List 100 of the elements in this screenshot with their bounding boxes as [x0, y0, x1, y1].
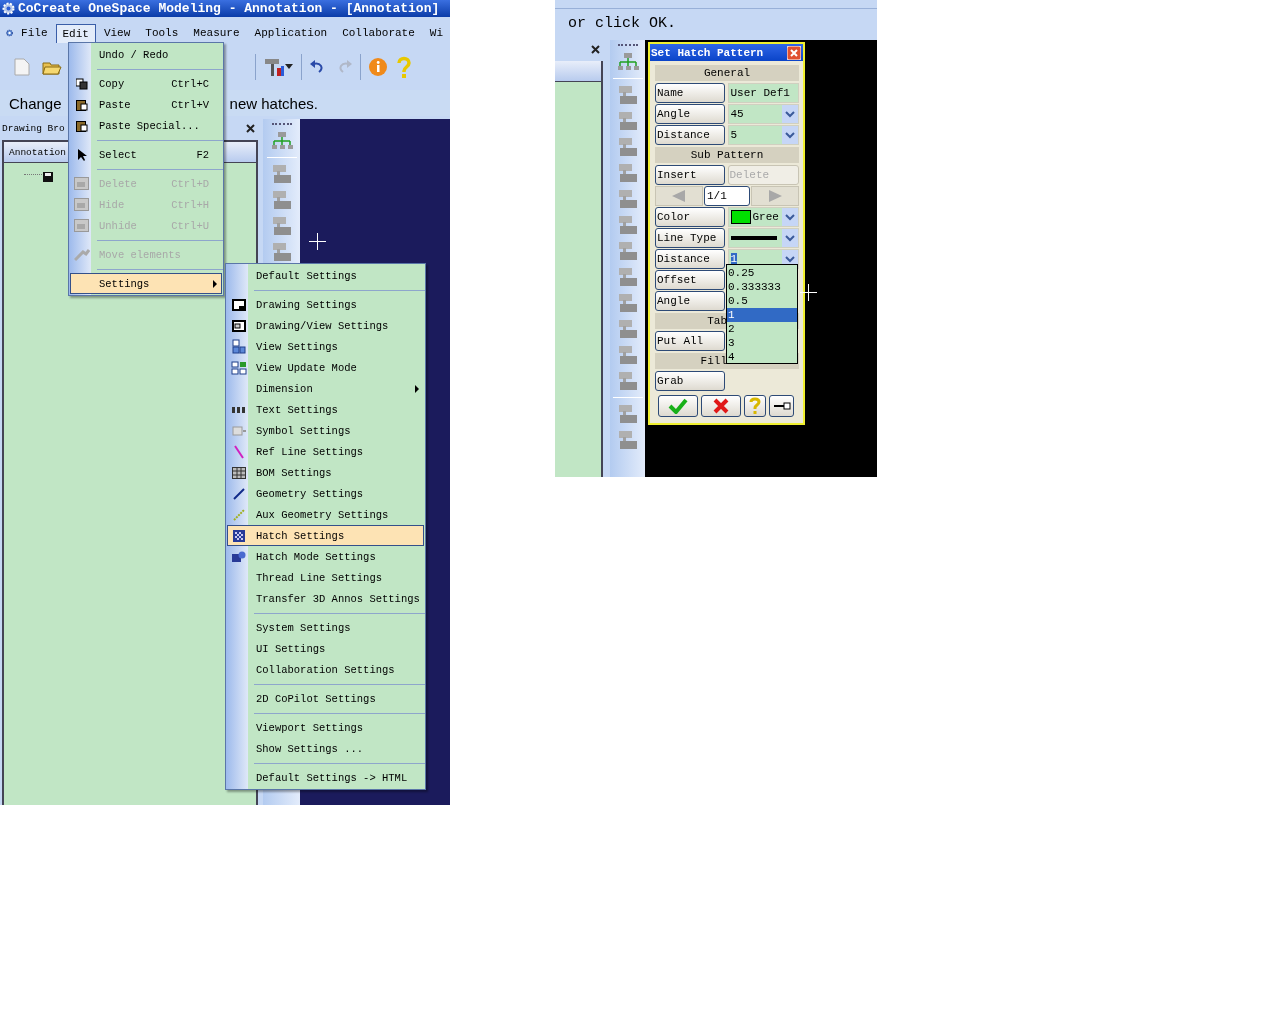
tool-icon[interactable]	[616, 111, 639, 131]
menu-item[interactable]: Dimension	[227, 378, 424, 399]
prompt-text: Change	[9, 94, 62, 112]
new-document-icon[interactable]	[14, 58, 30, 76]
tool-icon[interactable]	[616, 215, 639, 235]
dropdown-option[interactable]: 1	[727, 308, 797, 322]
menu-item[interactable]: System Settings	[227, 617, 424, 638]
menu-bar-item[interactable]: Tools	[138, 23, 186, 43]
caret-icon[interactable]	[285, 64, 294, 70]
label-button[interactable]: Name	[655, 83, 725, 103]
tool-icon[interactable]	[270, 216, 293, 236]
tool-icon[interactable]	[270, 190, 293, 210]
tool-icon[interactable]	[616, 293, 639, 313]
dialog-button[interactable]: Insert	[655, 165, 725, 185]
prompt-text: or click OK.	[567, 13, 678, 34]
menu-item[interactable]: Collaboration Settings	[227, 659, 424, 680]
label-button[interactable]: Grab	[655, 371, 725, 391]
page-field[interactable]: 1/1	[704, 186, 750, 206]
menu-item[interactable]: Thread Line Settings	[227, 567, 424, 588]
close-icon[interactable]	[591, 44, 600, 54]
dropdown-option[interactable]: 0.25	[727, 266, 797, 280]
menu-item[interactable]: Transfer 3D Annos Settings	[227, 588, 424, 609]
tool-icon[interactable]	[616, 241, 639, 261]
tool-icon[interactable]	[616, 430, 639, 450]
menu-item[interactable]: Paste Ctrl+V	[70, 94, 222, 115]
menu-item[interactable]: Copy Ctrl+C	[70, 73, 222, 94]
menu-item[interactable]: Default Settings -> HTML	[227, 767, 424, 788]
dropdown-option[interactable]: 3	[727, 336, 797, 350]
next-button[interactable]	[751, 186, 799, 206]
menu-item[interactable]: UI Settings	[227, 638, 424, 659]
tool-icon[interactable]	[616, 319, 639, 339]
panel-tab[interactable]	[555, 61, 601, 82]
dropdown-option[interactable]: 0.333333	[727, 280, 797, 294]
menu-item[interactable]: Text Settings	[227, 399, 424, 420]
label-button[interactable]: Color	[655, 207, 725, 227]
undo-icon[interactable]	[309, 60, 325, 74]
label-button[interactable]: Line Type	[655, 228, 725, 248]
label-button[interactable]: Put All	[655, 331, 725, 351]
label-button[interactable]: Distance	[655, 249, 725, 269]
shortcut-label: Ctrl+U	[171, 219, 209, 232]
menu-item[interactable]: Geometry Settings	[227, 483, 424, 504]
previous-button[interactable]	[655, 186, 703, 206]
tool-icon[interactable]	[616, 371, 639, 391]
cancel-button[interactable]	[701, 395, 741, 417]
menu-bar-item[interactable]: Edit	[55, 23, 96, 43]
menu-item[interactable]: Undo / Redo	[70, 44, 222, 65]
combo-box[interactable]: 45	[727, 104, 799, 124]
menu-bar-item[interactable]: Measure	[186, 23, 247, 43]
menu-item[interactable]: Settings	[70, 273, 222, 294]
label-button[interactable]: Offset	[655, 270, 725, 290]
menu-item[interactable]: View Settings	[227, 336, 424, 357]
dropdown-option[interactable]: 4	[727, 350, 797, 364]
tool-icon[interactable]	[616, 267, 639, 287]
tool-icon[interactable]	[616, 137, 639, 157]
info-icon[interactable]	[368, 57, 388, 77]
help-button[interactable]	[744, 395, 766, 417]
picture-icon	[74, 176, 90, 191]
label-button[interactable]: Angle	[655, 291, 725, 311]
tool-icon[interactable]	[616, 345, 639, 365]
tool-icon[interactable]	[270, 242, 293, 262]
menu-item[interactable]: Default Settings	[227, 265, 424, 286]
hammer-icon[interactable]	[263, 56, 285, 78]
combo-box[interactable]: 5	[727, 125, 799, 145]
menu-bar-item[interactable]: View	[96, 23, 138, 43]
menu-bar-item[interactable]: Collaborate	[335, 23, 422, 43]
menu-item[interactable]: Drawing/View Settings	[227, 315, 424, 336]
menu-bar-item[interactable]: Application	[247, 23, 335, 43]
ok-button[interactable]	[658, 395, 698, 417]
menu-item[interactable]: View Update Mode	[227, 357, 424, 378]
menu-item[interactable]: Select F2	[70, 144, 222, 165]
redo-icon[interactable]	[337, 60, 353, 74]
menu-item[interactable]: Drawing Settings	[227, 294, 424, 315]
tool-icon[interactable]	[616, 163, 639, 183]
menu-item[interactable]: Hatch Mode Settings	[227, 546, 424, 567]
tool-icon[interactable]	[616, 85, 639, 105]
menu-item[interactable]: Show Settings ...	[227, 738, 424, 759]
combo-box[interactable]: Gree	[727, 207, 799, 227]
combo-box[interactable]	[727, 228, 799, 248]
menu-bar-item[interactable]: Wi	[422, 23, 450, 43]
tree-icon[interactable]	[616, 52, 639, 72]
menu-bar-item[interactable]: File	[14, 23, 55, 43]
menu-item[interactable]: Viewport Settings	[227, 717, 424, 738]
tool-icon[interactable]	[616, 404, 639, 424]
tool-icon[interactable]	[270, 164, 293, 184]
menu-item[interactable]: Symbol Settings	[227, 420, 424, 441]
tool-icon[interactable]	[616, 189, 639, 209]
shortcut-label: Ctrl+H	[171, 198, 209, 211]
menu-item[interactable]: Paste Special...	[70, 115, 222, 136]
menu-item[interactable]: Aux Geometry Settings	[227, 504, 424, 525]
close-icon[interactable]	[246, 123, 255, 133]
label-button[interactable]: Angle	[655, 104, 725, 124]
menu-item[interactable]: 2D CoPilot Settings	[227, 688, 424, 709]
tree-icon[interactable]	[270, 131, 293, 151]
menu-item[interactable]: Ref Line Settings	[227, 441, 424, 462]
menu-item[interactable]: BOM Settings	[227, 462, 424, 483]
label-button[interactable]: Distance	[655, 125, 725, 145]
input-field[interactable]: User Def1	[727, 83, 799, 103]
pin-button[interactable]	[769, 395, 794, 417]
menu-item[interactable]: Hatch Settings	[227, 525, 424, 546]
dropdown-option[interactable]: 0.5	[727, 294, 797, 308]
